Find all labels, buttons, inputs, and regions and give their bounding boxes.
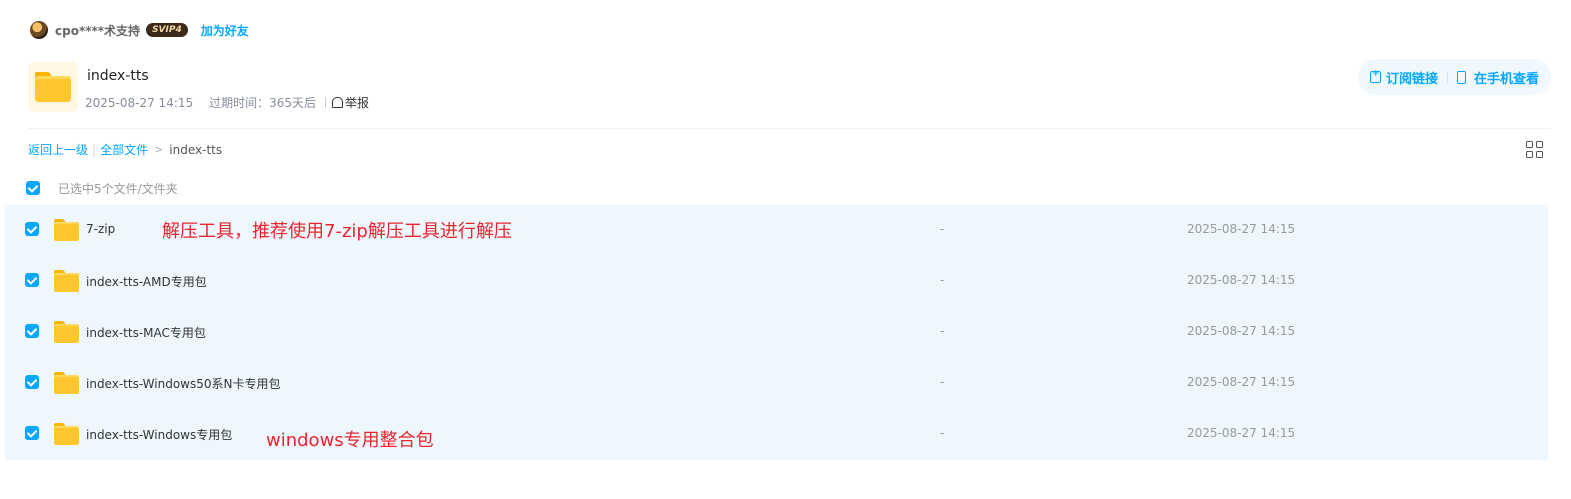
table-row[interactable]: index-tts-Windows50系N卡专用包 - 2025-08-27 1… (5, 358, 1548, 409)
share-title: index-tts (87, 68, 149, 84)
file-name[interactable]: index-tts-Windows50系N卡专用包 (86, 375, 280, 392)
file-size: - (940, 375, 945, 389)
file-list: 7-zip 解压工具，推荐使用7-zip解压工具进行解压 - 2025-08-2… (5, 205, 1548, 460)
file-time: 2025-08-27 14:15 (1187, 426, 1296, 440)
subscribe-icon (1369, 69, 1381, 83)
view-on-phone-label: 在手机查看 (1473, 71, 1539, 87)
subscribe-link-button[interactable]: 订阅链接 (1369, 68, 1438, 87)
folder-icon (54, 270, 79, 292)
file-size: - (940, 273, 945, 287)
row-checkbox[interactable] (25, 273, 39, 287)
share-created-time: 2025-08-27 14:15 (85, 95, 194, 110)
folder-icon (54, 423, 79, 445)
folder-icon (28, 62, 78, 112)
back-link[interactable]: 返回上一级 (28, 141, 88, 158)
file-time: 2025-08-27 14:15 (1187, 324, 1296, 338)
subscribe-label: 订阅链接 (1385, 71, 1438, 87)
chevron-right-icon: > (154, 143, 164, 156)
table-row[interactable]: index-tts-MAC专用包 - 2025-08-27 14:15 (5, 307, 1548, 358)
table-row[interactable]: index-tts-Windows专用包 windows专用整合包 - 2025… (5, 409, 1548, 460)
file-size: - (940, 324, 945, 338)
current-folder: index-tts (169, 142, 223, 157)
divider (325, 97, 327, 108)
file-name[interactable]: index-tts-Windows专用包 (86, 426, 232, 443)
selection-bar: 已选中5个文件/文件夹 (26, 180, 178, 196)
sharer-bar: cpo****术支持 SVIP4 加为好友 (30, 20, 249, 40)
breadcrumb: 返回上一级 | 全部文件 > index-tts (28, 141, 222, 158)
share-expire-time: 过期时间：365天后 (209, 96, 317, 110)
crumb-separator: | (92, 142, 97, 157)
annotation-text: 解压工具，推荐使用7-zip解压工具进行解压 (162, 221, 512, 242)
row-checkbox[interactable] (25, 375, 39, 389)
report-label: 举报 (345, 96, 370, 110)
selection-count: 已选中5个文件/文件夹 (58, 181, 178, 196)
alarm-icon (332, 97, 344, 108)
select-all-checkbox[interactable] (26, 181, 40, 195)
folder-icon (54, 219, 79, 241)
file-time: 2025-08-27 14:15 (1187, 273, 1296, 287)
divider (1446, 71, 1448, 83)
phone-icon (1456, 70, 1466, 84)
file-size: - (940, 426, 945, 440)
file-name[interactable]: 7-zip (86, 222, 115, 236)
share-actions: 订阅链接 在手机查看 (1357, 59, 1551, 95)
avatar[interactable] (30, 21, 48, 39)
vip-badge: SVIP4 (146, 23, 188, 37)
all-files-link[interactable]: 全部文件 (100, 141, 148, 158)
row-checkbox[interactable] (25, 324, 39, 338)
file-time: 2025-08-27 14:15 (1187, 375, 1296, 389)
sharer-name[interactable]: cpo****术支持 (55, 22, 140, 39)
share-header: index-tts 2025-08-27 14:15 过期时间：365天后 举报 (28, 62, 1548, 112)
row-checkbox[interactable] (25, 426, 39, 440)
file-size: - (940, 222, 945, 236)
view-on-phone-button[interactable]: 在手机查看 (1456, 68, 1539, 87)
share-meta: 2025-08-27 14:15 过期时间：365天后 举报 (85, 94, 369, 111)
annotation-text: windows专用整合包 (266, 430, 434, 451)
table-row[interactable]: 7-zip 解压工具，推荐使用7-zip解压工具进行解压 - 2025-08-2… (5, 205, 1548, 256)
add-friend-link[interactable]: 加为好友 (201, 22, 249, 39)
folder-icon (54, 321, 79, 343)
row-checkbox[interactable] (25, 222, 39, 236)
header-divider (28, 128, 1551, 129)
file-name[interactable]: index-tts-MAC专用包 (86, 324, 206, 341)
report-button[interactable]: 举报 (332, 94, 369, 111)
file-name[interactable]: index-tts-AMD专用包 (86, 273, 207, 290)
grid-view-icon[interactable] (1526, 141, 1543, 158)
file-time: 2025-08-27 14:15 (1187, 222, 1296, 236)
table-row[interactable]: index-tts-AMD专用包 - 2025-08-27 14:15 (5, 256, 1548, 307)
folder-icon (54, 372, 79, 394)
